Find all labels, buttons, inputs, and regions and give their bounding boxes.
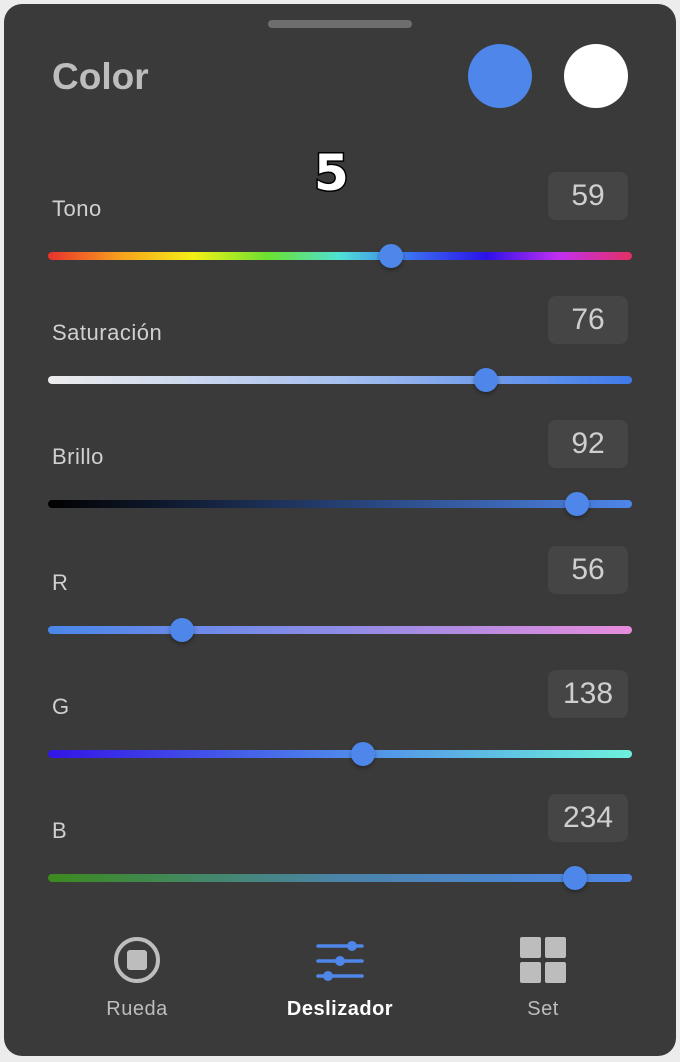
slider-label: B [52, 818, 68, 843]
secondary-color-swatch[interactable] [564, 44, 628, 108]
slider-label: Brillo [52, 444, 104, 469]
slider-row-b: B 234 [4, 794, 676, 938]
slider-value-field[interactable]: 56 [548, 546, 628, 594]
hue-slider-thumb[interactable] [379, 244, 404, 268]
green-slider-track[interactable] [48, 750, 632, 758]
hue-slider-track[interactable] [48, 252, 632, 260]
tab-set[interactable]: Set [443, 924, 643, 1034]
panel-title: Color [52, 56, 149, 97]
saturation-slider-thumb[interactable] [474, 368, 498, 392]
slider-value-field[interactable]: 92 [548, 420, 628, 468]
green-slider-thumb[interactable] [351, 742, 376, 766]
brightness-slider-thumb[interactable] [564, 492, 589, 516]
slider-value-field[interactable]: 234 [548, 794, 628, 842]
tab-rueda[interactable]: Rueda [37, 924, 237, 1034]
brightness-slider-track[interactable] [48, 500, 632, 508]
grid-icon [520, 937, 566, 983]
primary-color-swatch[interactable] [468, 44, 532, 108]
slider-label: Tono [52, 196, 102, 221]
drag-handle[interactable] [268, 20, 412, 28]
blue-slider-track[interactable] [48, 874, 632, 882]
sliders-icon [316, 941, 364, 981]
tab-bar: Rueda Deslizador Set [4, 924, 676, 1044]
slider-value-field[interactable]: 59 [548, 172, 628, 220]
wheel-icon [114, 937, 160, 983]
slider-label: R [52, 570, 69, 595]
saturation-slider-track[interactable] [48, 376, 632, 384]
tab-label: Set [527, 998, 559, 1020]
red-slider-thumb[interactable] [170, 618, 195, 642]
slider-value-field[interactable]: 76 [548, 296, 628, 344]
tab-label: Rueda [106, 998, 168, 1020]
red-slider-track[interactable] [48, 626, 632, 634]
slider-value-field[interactable]: 138 [548, 670, 628, 718]
tab-label: Deslizador [286, 998, 394, 1020]
slider-label: G [52, 694, 70, 719]
slider-label: Saturación [52, 320, 163, 345]
tab-deslizador[interactable]: Deslizador [240, 924, 440, 1034]
color-panel: Color 5 Tono 59 Saturación 76 Brillo 92 … [4, 4, 676, 1056]
blue-slider-thumb[interactable] [562, 866, 587, 890]
